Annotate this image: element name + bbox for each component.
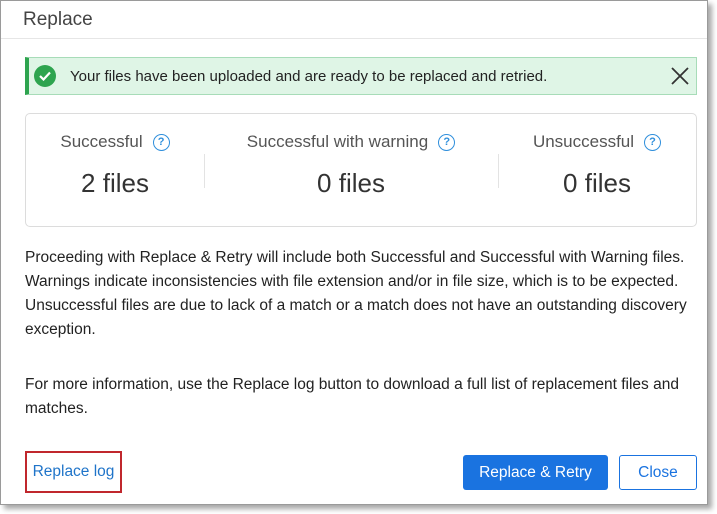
info-paragraph-log: For more information, use the Replace lo… [25,376,679,417]
stat-successful: Successful ? 2 files [26,114,204,226]
stat-successful-with-warning: Successful with warning ? 0 files [204,114,498,226]
stat-value: 0 files [563,168,631,198]
close-button[interactable]: Close [619,455,697,490]
close-icon[interactable] [670,66,690,86]
dialog-header: Replace [1,1,707,39]
help-icon[interactable]: ? [644,133,662,151]
success-banner: Your files have been uploaded and are re… [25,57,697,95]
check-circle-icon [34,65,56,87]
stat-label: Successful [60,132,143,151]
help-icon[interactable]: ? [152,133,170,151]
replace-log-link[interactable]: Replace log [33,463,115,481]
stat-label: Unsuccessful [532,132,635,151]
stat-value: 2 files [81,168,149,198]
stat-unsuccessful: Unsuccessful ? 0 files [498,114,696,226]
stat-value: 0 files [317,168,385,198]
upload-summary: Successful ? 2 files Successful with war… [25,113,697,227]
replace-dialog: Replace Your files have been uploaded an… [0,0,708,505]
replace-retry-button[interactable]: Replace & Retry [463,455,608,490]
replace-log-highlight: Replace log [25,451,122,493]
banner-message: Your files have been uploaded and are re… [70,67,548,85]
stat-label: Successful with warning [246,132,429,151]
info-paragraph: Proceeding with Replace & Retry will inc… [25,249,687,338]
dialog-title: Replace [23,8,93,30]
help-icon[interactable]: ? [438,133,456,151]
